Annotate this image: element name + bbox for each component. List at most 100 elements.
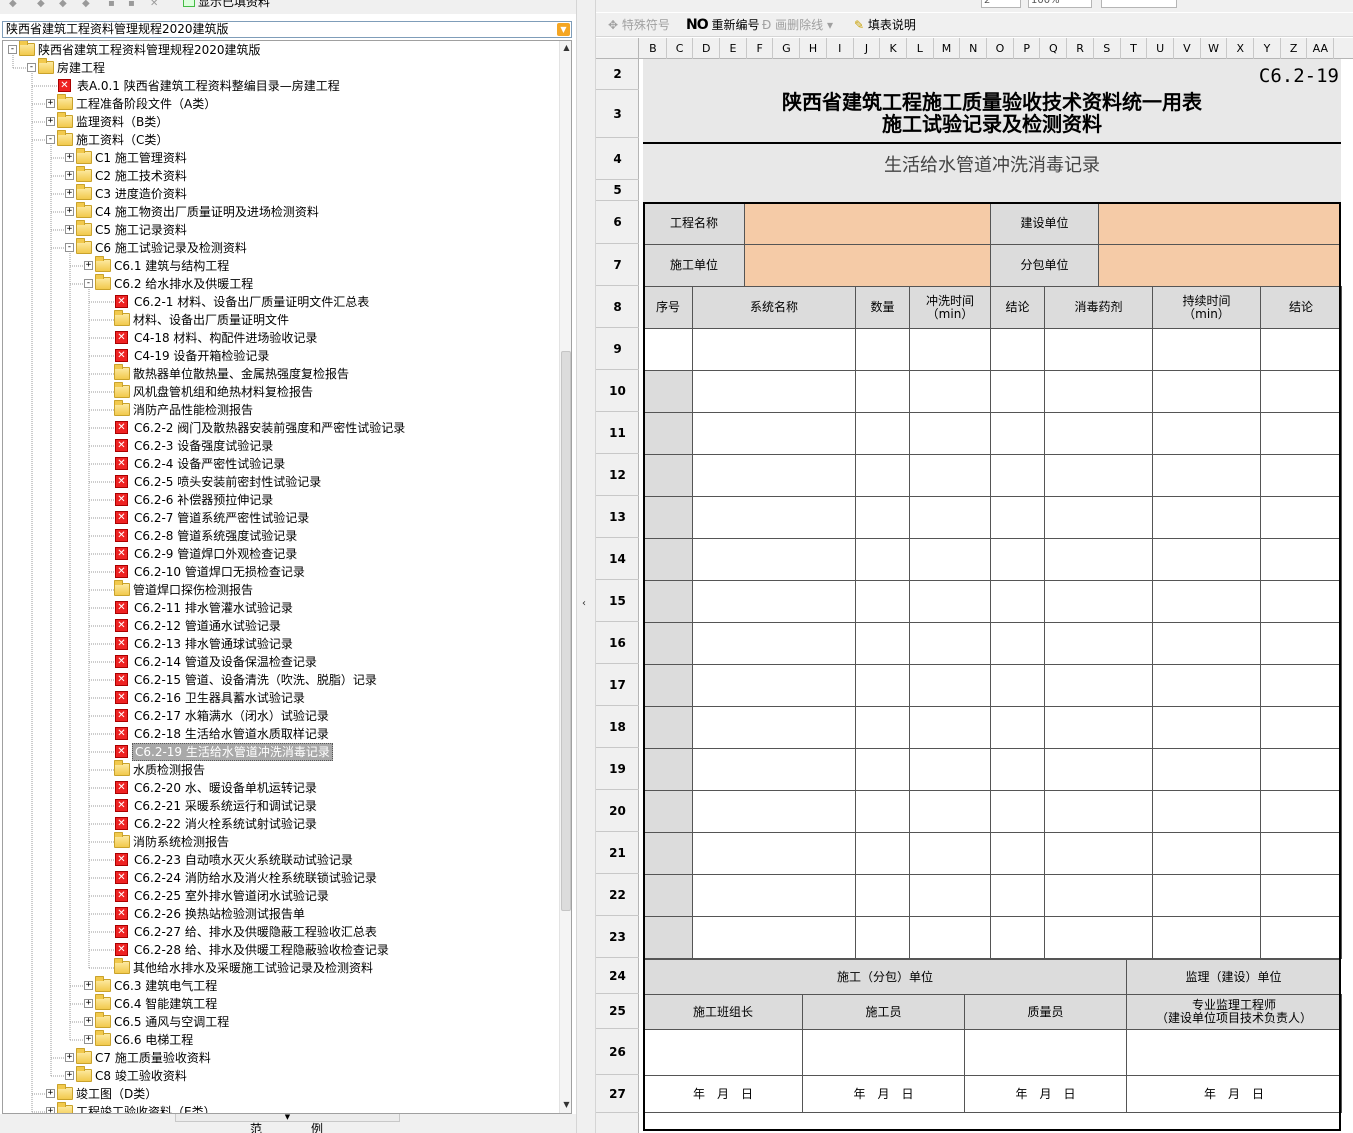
- column-header-cell[interactable]: N: [960, 38, 988, 59]
- expand-icon[interactable]: +: [84, 981, 93, 990]
- table-cell[interactable]: [692, 622, 856, 665]
- table-cell[interactable]: [855, 454, 910, 497]
- table-cell[interactable]: [1044, 874, 1153, 917]
- save-icon[interactable]: ▪: [108, 0, 120, 10]
- tree-item-form[interactable]: ✕ C4-19 设备开箱检验记录: [3, 347, 559, 365]
- tree-item-folder[interactable]: + C3 进度造价资料: [3, 184, 559, 203]
- table-cell[interactable]: [1260, 874, 1342, 917]
- table-cell[interactable]: [692, 538, 856, 581]
- table-cell[interactable]: [1044, 328, 1153, 371]
- table-cell[interactable]: [1260, 496, 1342, 539]
- expand-icon[interactable]: +: [46, 1089, 55, 1098]
- down-arrow-icon[interactable]: ◆: [82, 0, 94, 10]
- table-cell[interactable]: [909, 580, 991, 623]
- table-cell[interactable]: [990, 706, 1045, 749]
- table-cell[interactable]: [855, 622, 910, 665]
- table-cell[interactable]: [909, 706, 991, 749]
- table-cell[interactable]: [990, 580, 1045, 623]
- signature-field[interactable]: [964, 1029, 1127, 1076]
- row-header-cell[interactable]: 24: [596, 958, 639, 994]
- tree-item-folder[interactable]: - 陕西省建筑工程资料管理规程2020建筑版: [3, 41, 559, 59]
- row-header-cell[interactable]: 26: [596, 1029, 639, 1075]
- special-symbol-button[interactable]: ✥ 特殊符号: [608, 18, 670, 32]
- table-cell[interactable]: [1152, 496, 1261, 539]
- table-cell[interactable]: [909, 790, 991, 833]
- table-cell[interactable]: [909, 622, 991, 665]
- table-cell[interactable]: [1044, 496, 1153, 539]
- table-cell[interactable]: [1152, 622, 1261, 665]
- column-header-cell[interactable]: F: [747, 38, 774, 59]
- tree-item-folder[interactable]: + 监理资料（B类）: [3, 112, 559, 131]
- scrollbar-thumb[interactable]: [561, 351, 571, 911]
- table-cell[interactable]: [909, 370, 991, 413]
- table-cell[interactable]: [1152, 328, 1261, 371]
- table-cell[interactable]: [1044, 412, 1153, 455]
- table-cell[interactable]: [1260, 706, 1342, 749]
- fill-instructions-button[interactable]: ✎ 填表说明: [854, 18, 916, 32]
- date-field[interactable]: 年 月 日: [802, 1075, 965, 1113]
- expand-icon[interactable]: +: [65, 207, 74, 216]
- row-header-cell[interactable]: 25: [596, 994, 639, 1029]
- table-cell[interactable]: [692, 370, 856, 413]
- renumber-button[interactable]: NO 重新编号: [686, 18, 759, 32]
- tree-item-folder[interactable]: - C6.2 给水排水及供暖工程: [3, 274, 559, 293]
- table-cell[interactable]: [990, 790, 1045, 833]
- column-header-cell[interactable]: R: [1067, 38, 1094, 59]
- column-header-cell[interactable]: O: [987, 38, 1014, 59]
- tree-item-form[interactable]: ✕ C6.2-9 管道焊口外观检查记录: [3, 545, 559, 563]
- table-cell[interactable]: [909, 454, 991, 497]
- tree-item-folder[interactable]: 消防系统检测报告: [3, 832, 559, 851]
- tree-item-form[interactable]: ✕ C6.2-6 补偿器预拉伸记录: [3, 491, 559, 509]
- table-cell[interactable]: [643, 916, 693, 959]
- table-cell[interactable]: [855, 496, 910, 539]
- table-cell[interactable]: [990, 370, 1045, 413]
- table-cell[interactable]: [990, 832, 1045, 875]
- table-cell[interactable]: [990, 622, 1045, 665]
- column-header-cell[interactable]: B: [640, 38, 667, 59]
- table-cell[interactable]: [692, 454, 856, 497]
- table-cell[interactable]: [855, 370, 910, 413]
- table-cell[interactable]: [1260, 790, 1342, 833]
- tab-example-2[interactable]: 例: [311, 1122, 323, 1133]
- tree-item-form[interactable]: ✕ C6.2-24 消防给水及消火栓系统联锁试验记录: [3, 869, 559, 887]
- row-header-cell[interactable]: 12: [596, 454, 639, 496]
- table-cell[interactable]: [909, 328, 991, 371]
- table-cell[interactable]: [1260, 454, 1342, 497]
- column-header-cell[interactable]: Q: [1041, 38, 1068, 59]
- table-cell[interactable]: [909, 538, 991, 581]
- row-header-cell[interactable]: 14: [596, 538, 639, 580]
- expand-icon[interactable]: +: [46, 117, 55, 126]
- expand-icon[interactable]: +: [65, 171, 74, 180]
- collapse-icon[interactable]: -: [8, 45, 17, 54]
- tree-item-folder[interactable]: + C7 施工质量验收资料: [3, 1048, 559, 1067]
- tree-item-folder[interactable]: 材料、设备出厂质量证明文件: [3, 310, 559, 329]
- column-header-cell[interactable]: K: [880, 38, 907, 59]
- row-header-cell[interactable]: 21: [596, 832, 639, 874]
- column-header-cell[interactable]: AA: [1308, 38, 1335, 59]
- table-cell[interactable]: [1152, 454, 1261, 497]
- zoom-combo[interactable]: 100%: [1028, 0, 1092, 8]
- row-header-cell[interactable]: 3: [596, 90, 639, 138]
- table-cell[interactable]: [1260, 748, 1342, 791]
- column-header-cell[interactable]: T: [1121, 38, 1148, 59]
- tree-item-folder[interactable]: 其他给水排水及采暖施工试验记录及检测资料: [3, 958, 559, 977]
- tree-item-form[interactable]: ✕ C6.2-4 设备严密性试验记录: [3, 455, 559, 473]
- row-header-cell[interactable]: 9: [596, 328, 639, 370]
- table-cell[interactable]: [692, 328, 856, 371]
- table-cell[interactable]: [990, 496, 1045, 539]
- table-cell[interactable]: [855, 916, 910, 959]
- table-cell[interactable]: [1152, 832, 1261, 875]
- table-cell[interactable]: [855, 538, 910, 581]
- row-header-cell[interactable]: 19: [596, 748, 639, 790]
- tree-item-form[interactable]: ✕ C6.2-22 消火栓系统试射试验记录: [3, 815, 559, 833]
- tree-item-folder[interactable]: 管道焊口探伤检测报告: [3, 580, 559, 599]
- table-cell[interactable]: [1044, 706, 1153, 749]
- table-cell[interactable]: [1152, 748, 1261, 791]
- table-cell[interactable]: [909, 496, 991, 539]
- row-header-cell[interactable]: 13: [596, 496, 639, 538]
- tree-item-folder[interactable]: + C6.1 建筑与结构工程: [3, 256, 559, 275]
- tree-item-form[interactable]: ✕ C6.2-16 卫生器具蓄水试验记录: [3, 689, 559, 707]
- column-header-cell[interactable]: V: [1174, 38, 1201, 59]
- table-cell[interactable]: [990, 328, 1045, 371]
- table-cell[interactable]: [692, 832, 856, 875]
